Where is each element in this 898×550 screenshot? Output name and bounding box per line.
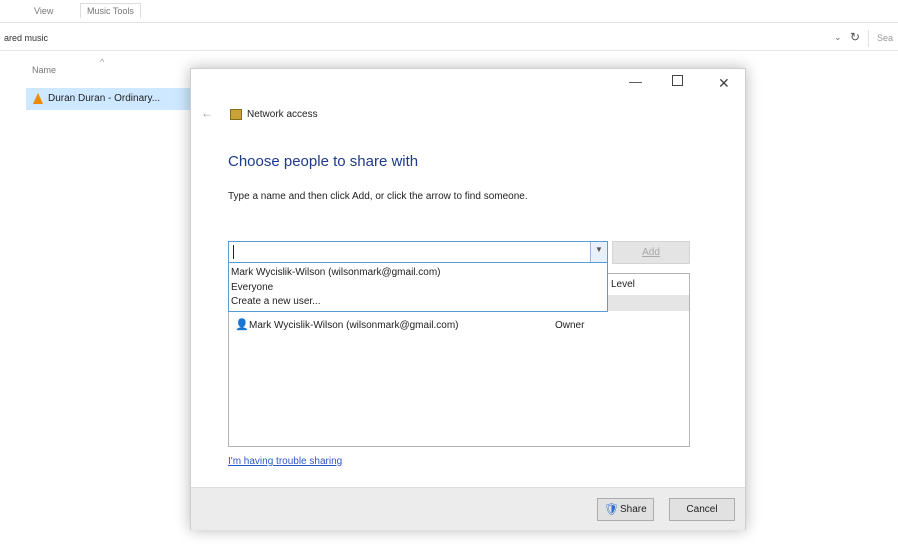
- page-title: Choose people to share with: [228, 153, 419, 170]
- network-icon: [230, 109, 242, 120]
- dialog-footer: 🛡 Share Cancel: [191, 487, 745, 530]
- share-permission-level[interactable]: Owner: [555, 320, 584, 331]
- dropdown-option-everyone[interactable]: Everyone: [231, 282, 273, 293]
- trouble-sharing-link[interactable]: I'm having trouble sharing: [228, 456, 342, 467]
- user-icon: 👤: [235, 319, 249, 331]
- level-header-label: Level: [611, 279, 635, 290]
- text-caret: [233, 245, 234, 259]
- address-bar[interactable]: ared music ⌄ ↻ Sea: [0, 28, 898, 51]
- tab-view[interactable]: View: [34, 6, 53, 16]
- table-row[interactable]: 👤 Mark Wycislik-Wilson (wilsonmark@gmail…: [233, 317, 685, 335]
- name-input[interactable]: ▼: [228, 241, 608, 263]
- dropdown-option-create-user[interactable]: Create a new user...: [231, 296, 321, 307]
- level-column-header[interactable]: Level: [607, 274, 689, 294]
- dropdown-option-user[interactable]: Mark Wycislik-Wilson (wilsonmark@gmail.c…: [231, 267, 441, 278]
- ribbon-tabs: View Music Tools: [0, 0, 898, 23]
- list-item[interactable]: Duran Duran - Ordinary...: [26, 88, 190, 110]
- dropdown-list[interactable]: Mark Wycislik-Wilson (wilsonmark@gmail.c…: [228, 262, 608, 312]
- share-button[interactable]: 🛡 Share: [597, 498, 654, 521]
- dropdown-arrow-button[interactable]: ▼: [590, 242, 607, 262]
- maximize-icon[interactable]: [672, 75, 683, 86]
- share-user-name: Mark Wycislik-Wilson (wilsonmark@gmail.c…: [249, 320, 459, 331]
- network-access-dialog: — ✕ ← Network access Choose people to sh…: [190, 68, 746, 530]
- chevron-down-icon: ▼: [595, 245, 603, 254]
- refresh-icon[interactable]: ↻: [850, 30, 860, 44]
- back-arrow-icon[interactable]: ←: [201, 106, 213, 120]
- share-label: Share: [620, 504, 647, 515]
- chevron-down-icon[interactable]: ⌄: [834, 32, 842, 43]
- close-icon[interactable]: ✕: [718, 75, 730, 92]
- instruction-text: Type a name and then click Add, or click…: [228, 191, 528, 202]
- cancel-button[interactable]: Cancel: [669, 498, 735, 521]
- tab-music-tools[interactable]: Music Tools: [80, 3, 141, 18]
- address-path[interactable]: ared music: [4, 33, 48, 43]
- search-input[interactable]: Sea: [868, 30, 898, 47]
- add-button[interactable]: Add: [612, 241, 690, 264]
- vlc-icon: [33, 93, 43, 104]
- dialog-title: Network access: [247, 109, 318, 120]
- column-name-header[interactable]: Name: [32, 65, 56, 75]
- search-placeholder: Sea: [877, 33, 894, 43]
- cancel-label: Cancel: [686, 504, 718, 515]
- add-label: Add: [642, 247, 660, 258]
- minimize-icon[interactable]: —: [629, 74, 642, 89]
- file-name: Duran Duran - Ordinary...: [48, 93, 161, 104]
- header-strip: [607, 295, 689, 311]
- uac-shield-icon: 🛡: [604, 502, 620, 516]
- sort-up-icon: ^: [100, 57, 105, 67]
